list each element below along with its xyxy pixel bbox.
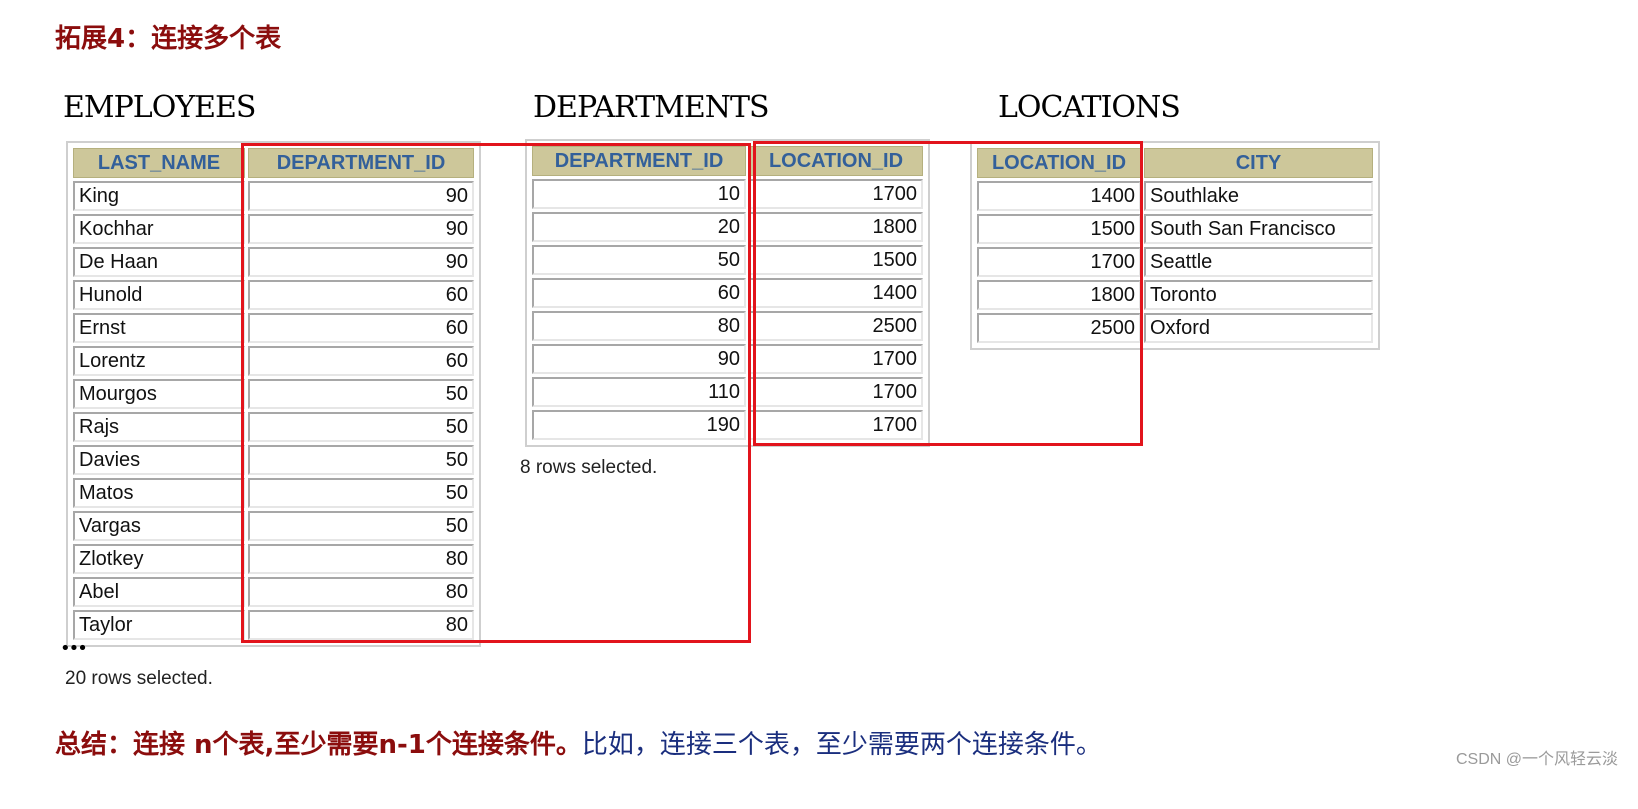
table-cell: Ernst: [73, 313, 245, 343]
table-cell: Davies: [73, 445, 245, 475]
page-title: 拓展4：连接多个表: [55, 24, 282, 54]
department-id-join-highlight: [241, 143, 751, 643]
table-cell: Oxford: [1144, 313, 1373, 343]
summary-bold-text: 总结：连接 n个表,至少需要n-1个连接条件。: [55, 730, 582, 760]
table-cell: Southlake: [1144, 181, 1373, 211]
table-cell: Mourgos: [73, 379, 245, 409]
column-header: CITY: [1144, 148, 1373, 178]
locations-table-name: LOCATIONS: [998, 90, 1181, 125]
ellipsis-marker: •••: [60, 638, 88, 659]
location-id-join-highlight: [753, 141, 1143, 446]
table-cell: De Haan: [73, 247, 245, 277]
departments-table-name: DEPARTMENTS: [533, 90, 770, 125]
employees-footer: 20 rows selected.: [65, 668, 213, 689]
table-cell: Zlotkey: [73, 544, 245, 574]
table-cell: Kochhar: [73, 214, 245, 244]
table-cell: Seattle: [1144, 247, 1373, 277]
summary-line: 总结：连接 n个表,至少需要n-1个连接条件。比如，连接三个表，至少需要两个连接…: [55, 724, 1102, 761]
table-cell: Toronto: [1144, 280, 1373, 310]
column-header: LAST_NAME: [73, 148, 245, 178]
table-cell: Taylor: [73, 610, 245, 640]
table-cell: South San Francisco: [1144, 214, 1373, 244]
table-cell: Rajs: [73, 412, 245, 442]
table-cell: Matos: [73, 478, 245, 508]
table-cell: Abel: [73, 577, 245, 607]
table-cell: King: [73, 181, 245, 211]
watermark: CSDN @一个风轻云淡: [1455, 751, 1618, 768]
summary-normal-text: 比如，连接三个表，至少需要两个连接条件。: [581, 730, 1102, 760]
table-cell: Lorentz: [73, 346, 245, 376]
table-cell: Hunold: [73, 280, 245, 310]
table-cell: Vargas: [73, 511, 245, 541]
employees-table-name: EMPLOYEES: [63, 90, 256, 125]
